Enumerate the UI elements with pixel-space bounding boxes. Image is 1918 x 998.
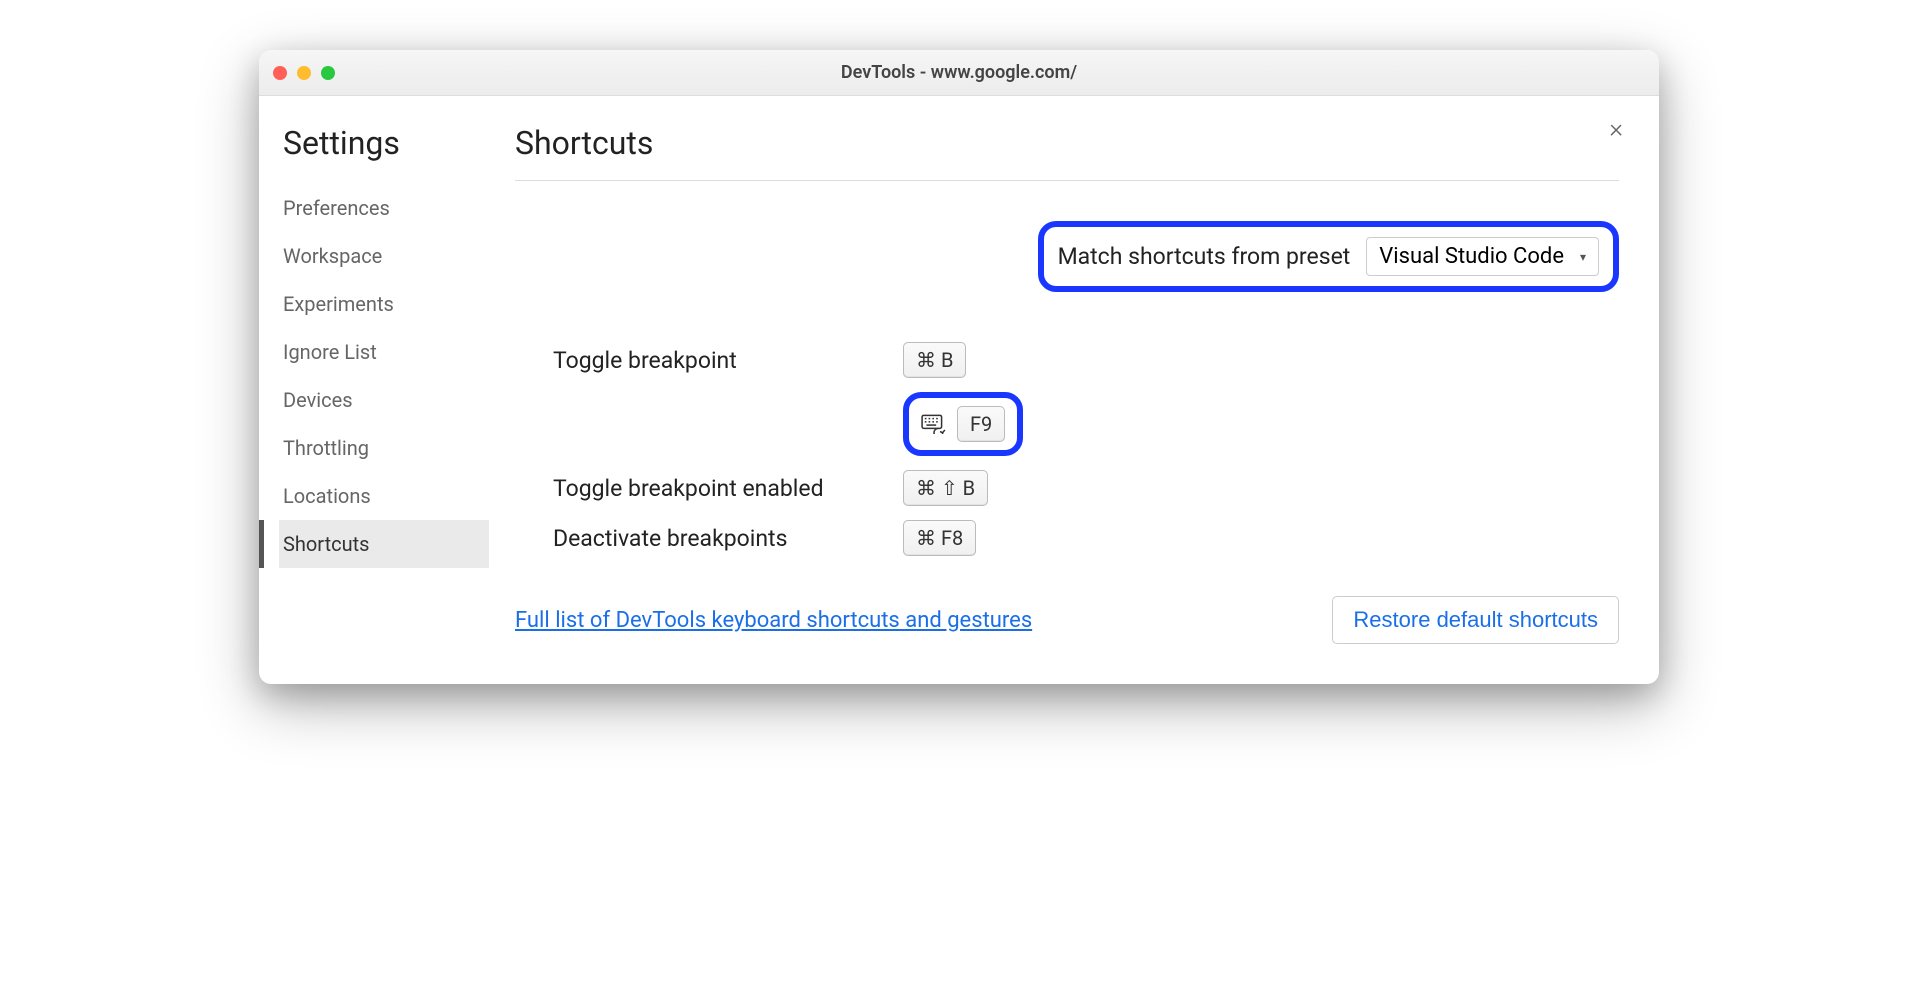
close-window-button[interactable] [273,66,287,80]
shortcut-label: Toggle breakpoint [553,347,903,374]
full-shortcuts-link[interactable]: Full list of DevTools keyboard shortcuts… [515,608,1032,633]
shortcut-keys: F9 [903,392,1023,456]
preset-label: Match shortcuts from preset [1058,243,1351,270]
key-chip: ⌘ B [903,342,966,378]
preset-select[interactable]: Visual Studio Code [1366,237,1599,276]
shortcuts-list: Toggle breakpoint ⌘ B [515,342,1619,556]
key-chip: F9 [957,406,1005,442]
sidebar-item-experiments[interactable]: Experiments [279,280,489,328]
keyboard-reset-icon [921,414,947,434]
sidebar-item-shortcuts[interactable]: Shortcuts [279,520,489,568]
window-body: × Settings Preferences Workspace Experim… [259,96,1659,684]
main-content: Shortcuts Match shortcuts from preset Vi… [489,124,1659,644]
maximize-window-button[interactable] [321,66,335,80]
shortcut-row-deactivate-breakpoints: Deactivate breakpoints ⌘ F8 [553,520,1619,556]
shortcut-label: Deactivate breakpoints [553,525,903,552]
restore-default-shortcuts-button[interactable]: Restore default shortcuts [1332,596,1619,644]
sidebar-item-workspace[interactable]: Workspace [279,232,489,280]
minimize-window-button[interactable] [297,66,311,80]
devtools-settings-window: DevTools - www.google.com/ × Settings Pr… [259,50,1659,684]
preset-highlight: Match shortcuts from preset Visual Studi… [1038,221,1619,292]
shortcut-label: Toggle breakpoint enabled [553,475,903,502]
shortcut-row-toggle-breakpoint-enabled: Toggle breakpoint enabled ⌘ ⇧ B [553,470,1619,506]
f9-highlight: F9 [903,392,1023,456]
sidebar-item-ignore-list[interactable]: Ignore List [279,328,489,376]
shortcut-row-f9: F9 [553,392,1619,456]
sidebar-item-devices[interactable]: Devices [279,376,489,424]
sidebar-item-throttling[interactable]: Throttling [279,424,489,472]
page-title: Shortcuts [515,124,1619,162]
close-icon[interactable]: × [1609,116,1623,142]
key-chip: ⌘ F8 [903,520,976,556]
divider [515,180,1619,181]
shortcut-row-toggle-breakpoint: Toggle breakpoint ⌘ B [553,342,1619,378]
shortcut-keys: ⌘ ⇧ B [903,470,988,506]
shortcut-keys: ⌘ F8 [903,520,976,556]
sidebar-item-preferences[interactable]: Preferences [279,184,489,232]
shortcut-keys: ⌘ B [903,342,966,378]
preset-select-value: Visual Studio Code [1379,244,1564,269]
window-title: DevTools - www.google.com/ [841,62,1077,83]
titlebar: DevTools - www.google.com/ [259,50,1659,96]
traffic-lights [273,66,335,80]
footer-row: Full list of DevTools keyboard shortcuts… [515,596,1619,644]
sidebar-title: Settings [279,124,489,162]
sidebar-item-locations[interactable]: Locations [279,472,489,520]
key-chip: ⌘ ⇧ B [903,470,988,506]
preset-row: Match shortcuts from preset Visual Studi… [515,221,1619,292]
settings-sidebar: Settings Preferences Workspace Experimen… [259,124,489,644]
